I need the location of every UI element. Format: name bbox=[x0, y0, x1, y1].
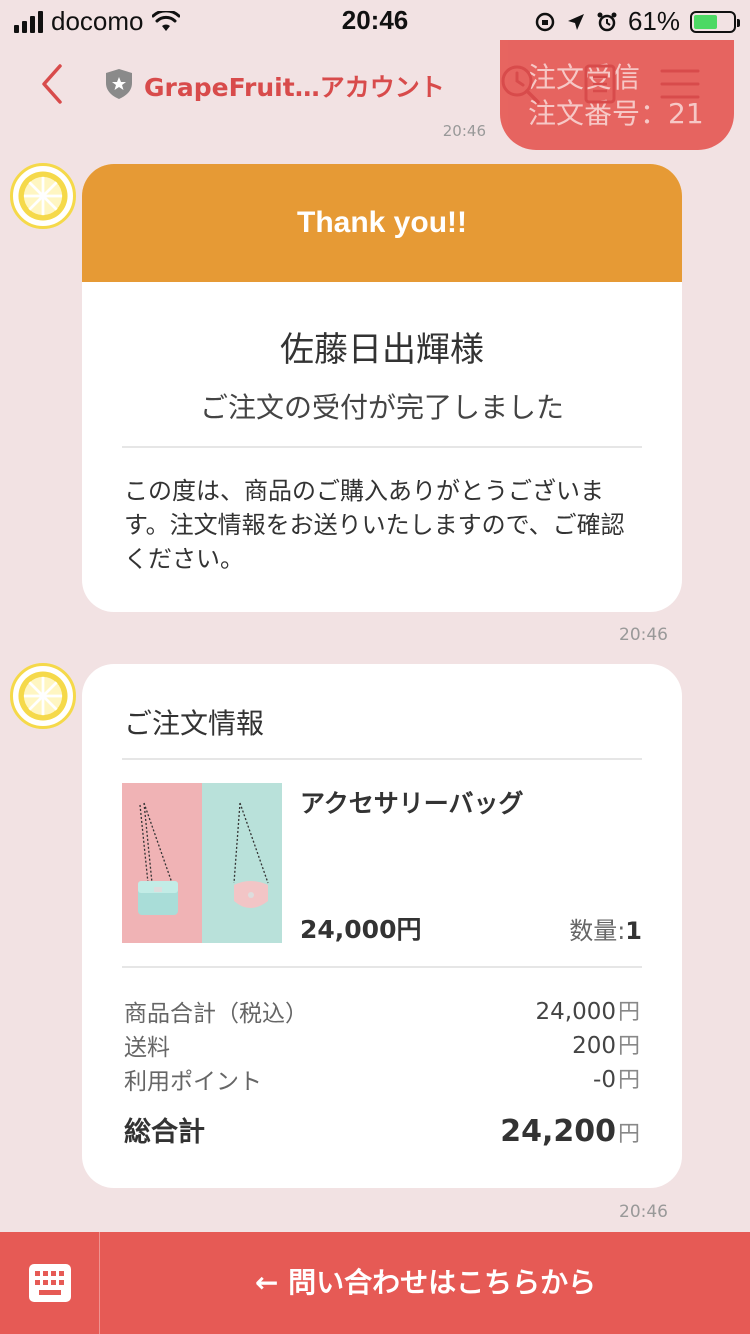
thank-you-card: Thank you!! 佐藤日出輝様 ご注文の受付が完了しました この度は、商品… bbox=[82, 164, 682, 612]
total-label: 総合計 bbox=[124, 1117, 205, 1148]
quantity-value: 1 bbox=[625, 917, 642, 945]
customer-name: 佐藤日出輝様 bbox=[280, 330, 484, 370]
keyboard-icon bbox=[29, 1264, 71, 1302]
search-history-icon[interactable] bbox=[498, 62, 542, 106]
message-time: 20:46 bbox=[619, 1202, 668, 1222]
keyboard-button[interactable] bbox=[0, 1232, 100, 1334]
summary-row-total: 総合計 24,200円 bbox=[124, 1110, 640, 1149]
currency-unit: 円 bbox=[617, 1000, 640, 1025]
summary-value: 24,000 bbox=[535, 999, 616, 1025]
contact-button[interactable]: ← 問い合わせはこちらから bbox=[101, 1232, 750, 1334]
summary-label: 商品合計（税込） bbox=[124, 1001, 308, 1027]
thank-you-heading: Thank you!! bbox=[82, 164, 682, 282]
chat-header: GrapeFruit…アカウント bbox=[0, 40, 750, 130]
quantity-label: 数量: bbox=[569, 917, 626, 945]
order-info-title: ご注文情報 bbox=[124, 707, 265, 740]
notes-icon[interactable] bbox=[578, 62, 622, 106]
status-right: 61% bbox=[534, 6, 740, 37]
currency-unit: 円 bbox=[617, 1068, 640, 1093]
alarm-icon bbox=[597, 12, 617, 31]
thank-you-message: この度は、商品のご購入ありがとうございます。注文情報をお送りいたしますので、ご確… bbox=[124, 477, 625, 573]
summary-value: -0 bbox=[593, 1067, 616, 1093]
back-icon[interactable] bbox=[36, 62, 70, 106]
product-quantity: 数量:1 bbox=[569, 911, 642, 946]
battery-percent: 61% bbox=[627, 6, 680, 36]
message-time: 20:46 bbox=[619, 625, 668, 645]
divider bbox=[122, 758, 642, 760]
summary-value: 200 bbox=[572, 1033, 616, 1059]
menu-icon[interactable] bbox=[658, 62, 702, 106]
total-value: 24,200 bbox=[500, 1114, 616, 1149]
summary-label: 送料 bbox=[124, 1035, 170, 1061]
currency-unit: 円 bbox=[617, 1122, 640, 1147]
bot-avatar[interactable] bbox=[10, 163, 76, 229]
location-icon bbox=[567, 13, 584, 30]
bot-avatar[interactable] bbox=[10, 663, 76, 729]
status-bar: docomo 20:46 61% bbox=[0, 0, 750, 40]
divider bbox=[122, 966, 642, 968]
bottom-bar: ← 問い合わせはこちらから bbox=[0, 1232, 750, 1334]
shield-icon bbox=[106, 69, 132, 99]
rotation-lock-icon bbox=[535, 12, 555, 31]
product-name[interactable]: アクセサリーバッグ bbox=[300, 784, 524, 820]
account-title[interactable]: GrapeFruit…アカウント bbox=[144, 68, 445, 104]
summary-row-shipping: 送料 200円 bbox=[124, 1028, 640, 1062]
summary-row-points: 利用ポイント -0円 bbox=[124, 1062, 640, 1096]
currency-unit: 円 bbox=[617, 1034, 640, 1059]
lemon-icon bbox=[18, 171, 68, 221]
battery-icon bbox=[690, 10, 740, 33]
product-image[interactable] bbox=[122, 783, 282, 943]
order-status: ご注文の受付が完了しました bbox=[199, 391, 564, 424]
lemon-icon bbox=[18, 671, 68, 721]
product-price: 24,000円 bbox=[300, 915, 422, 944]
summary-row-subtotal: 商品合計（税込） 24,000円 bbox=[124, 994, 640, 1028]
divider bbox=[122, 446, 642, 448]
order-info-card: ご注文情報 アクセサリーバッグ 24,000円 数量:1 商品合計（税込） 24… bbox=[82, 664, 682, 1188]
summary-label: 利用ポイント bbox=[124, 1069, 262, 1095]
